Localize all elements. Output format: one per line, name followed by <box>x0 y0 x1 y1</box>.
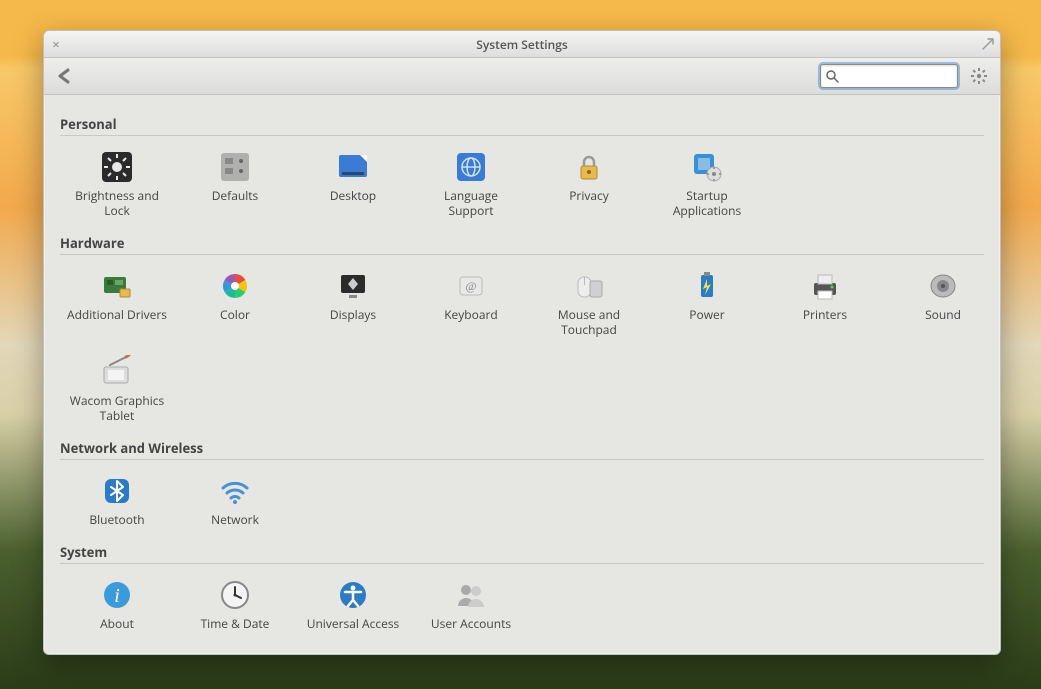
item-wacom-graphics-tablet[interactable]: Wacom Graphics Tablet <box>60 349 174 429</box>
toolbar <box>44 58 1000 95</box>
item-universal-access[interactable]: Universal Access <box>296 572 410 637</box>
item-label: Startup Applications <box>657 188 757 218</box>
desktop-icon <box>336 150 370 184</box>
item-label: Network <box>211 512 259 527</box>
displays-icon <box>336 269 370 303</box>
mouse-icon <box>572 269 606 303</box>
item-label: Defaults <box>212 188 259 203</box>
item-about[interactable]: i About <box>60 572 174 637</box>
item-label: Power <box>689 307 724 322</box>
search-field[interactable] <box>820 64 958 88</box>
section-title-system: System <box>60 543 984 561</box>
bluetooth-icon <box>100 474 134 508</box>
item-startup-applications[interactable]: Startup Applications <box>650 144 764 224</box>
item-label: Brightness and Lock <box>67 188 167 218</box>
svg-text:@: @ <box>465 279 476 293</box>
item-label: Desktop <box>330 188 376 203</box>
item-displays[interactable]: Displays <box>296 263 410 343</box>
settings-menu-button[interactable] <box>966 63 992 89</box>
section-network: Bluetooth Network <box>60 468 984 533</box>
item-power[interactable]: Power <box>650 263 764 343</box>
item-sound[interactable]: Sound <box>886 263 1000 343</box>
item-label: Privacy <box>569 188 609 203</box>
language-icon <box>454 150 488 184</box>
item-keyboard[interactable]: @ Keyboard <box>414 263 528 343</box>
item-label: About <box>100 616 134 631</box>
content-area: Personal Brightness and Lock Defaults De… <box>44 95 1000 654</box>
keyboard-icon: @ <box>454 269 488 303</box>
item-color[interactable]: Color <box>178 263 292 343</box>
back-button[interactable] <box>52 64 80 88</box>
search-icon <box>825 69 839 83</box>
item-defaults[interactable]: Defaults <box>178 144 292 224</box>
brightness-icon <box>100 150 134 184</box>
item-brightness-and-lock[interactable]: Brightness and Lock <box>60 144 174 224</box>
clock-icon <box>218 578 252 612</box>
drivers-icon <box>100 269 134 303</box>
item-time-and-date[interactable]: Time & Date <box>178 572 292 637</box>
item-mouse-and-touchpad[interactable]: Mouse and Touchpad <box>532 263 646 343</box>
defaults-icon <box>218 150 252 184</box>
item-label: Printers <box>803 307 847 322</box>
item-label: Mouse and Touchpad <box>539 307 639 337</box>
item-user-accounts[interactable]: User Accounts <box>414 572 528 637</box>
item-desktop[interactable]: Desktop <box>296 144 410 224</box>
maximize-button[interactable] <box>982 38 994 50</box>
section-title-hardware: Hardware <box>60 234 984 252</box>
item-printers[interactable]: Printers <box>768 263 882 343</box>
svg-text:i: i <box>114 585 120 607</box>
item-label: Additional Drivers <box>67 307 167 322</box>
lock-icon <box>572 150 606 184</box>
tablet-icon <box>100 355 134 389</box>
item-label: User Accounts <box>431 616 511 631</box>
section-title-personal: Personal <box>60 115 984 133</box>
item-label: Time & Date <box>201 616 270 631</box>
sound-icon <box>926 269 960 303</box>
item-language-support[interactable]: Language Support <box>414 144 528 224</box>
item-bluetooth[interactable]: Bluetooth <box>60 468 174 533</box>
color-icon <box>218 269 252 303</box>
users-icon <box>454 578 488 612</box>
printer-icon <box>808 269 842 303</box>
item-privacy[interactable]: Privacy <box>532 144 646 224</box>
item-label: Color <box>220 307 250 322</box>
accessibility-icon <box>336 578 370 612</box>
section-title-network: Network and Wireless <box>60 439 984 457</box>
titlebar: × System Settings <box>44 31 1000 58</box>
item-label: Wacom Graphics Tablet <box>67 393 167 423</box>
item-label: Sound <box>925 307 961 322</box>
section-hardware: Additional Drivers Color Displays @ Keyb… <box>60 263 984 429</box>
item-network[interactable]: Network <box>178 468 292 533</box>
item-additional-drivers[interactable]: Additional Drivers <box>60 263 174 343</box>
item-label: Bluetooth <box>89 512 144 527</box>
item-label: Language Support <box>421 188 521 218</box>
item-label: Displays <box>330 307 376 322</box>
search-input[interactable] <box>843 68 953 84</box>
section-system: i About Time & Date Universal Access <box>60 572 984 637</box>
item-label: Universal Access <box>307 616 400 631</box>
wifi-icon <box>218 474 252 508</box>
info-icon: i <box>100 578 134 612</box>
window-title: System Settings <box>44 36 1000 53</box>
power-icon <box>690 269 724 303</box>
system-settings-window: × System Settings Personal <box>43 30 1001 655</box>
startup-apps-icon <box>690 150 724 184</box>
section-personal: Brightness and Lock Defaults Desktop Lan… <box>60 144 984 224</box>
item-label: Keyboard <box>444 307 498 322</box>
